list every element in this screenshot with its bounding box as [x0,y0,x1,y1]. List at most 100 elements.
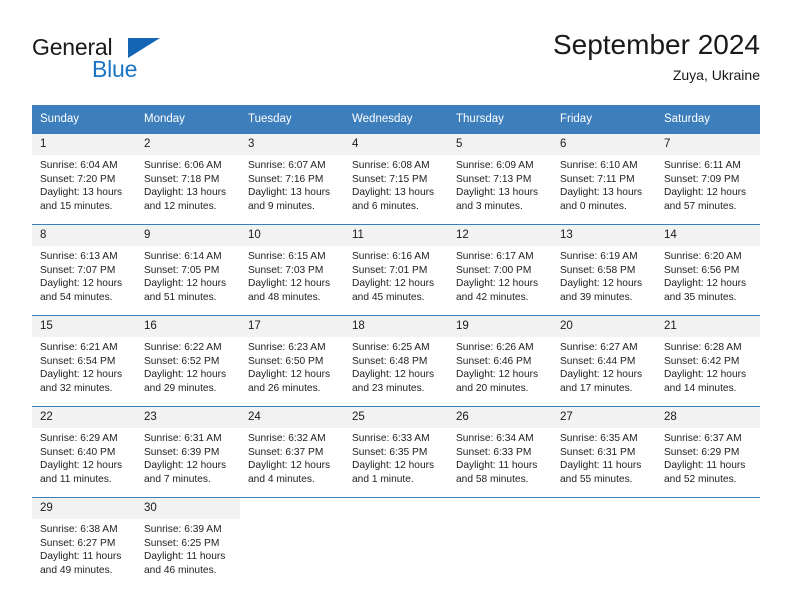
sunrise-time: Sunrise: 6:11 AM [664,160,741,171]
daylight-duration-line1: Daylight: 12 hours [560,369,643,381]
page-header: General Blue September 2024 Zuya, Ukrain… [32,28,760,96]
general-blue-logo[interactable]: General Blue [32,34,232,88]
calendar-day-cell[interactable]: 25 Sunrise: 6:33 AM Sunset: 6:35 PM Dayligh… [344,406,448,498]
daylight-duration-line2: and 51 minutes. [144,291,217,303]
day-details: Sunrise: 6:16 AM Sunset: 7:01 PM Daylight:… [344,246,448,304]
calendar-day-cell[interactable]: 11 Sunrise: 6:16 AM Sunset: 7:01 PM Dayligh… [344,224,448,316]
sunrise-time: Sunrise: 6:32 AM [248,433,326,444]
daylight-duration-line1: Daylight: 12 hours [248,460,331,472]
day-details: Sunrise: 6:04 AM Sunset: 7:20 PM Daylight:… [32,155,136,213]
day-number: 12 [448,225,552,246]
daylight-duration-line2: and 52 minutes. [664,473,737,485]
weekday-header-row: Sunday Monday Tuesday Wednesday Thursday… [32,105,760,134]
day-details: Sunrise: 6:20 AM Sunset: 6:56 PM Daylight:… [656,246,760,304]
calendar-day-cell[interactable]: 9 Sunrise: 6:14 AM Sunset: 7:05 PM Daylight… [136,224,240,316]
calendar-day-cell[interactable]: 2 Sunrise: 6:06 AM Sunset: 7:18 PM Daylight… [136,133,240,225]
calendar-day-cell[interactable]: 23 Sunrise: 6:31 AM Sunset: 6:39 PM Dayligh… [136,406,240,498]
sunrise-time: Sunrise: 6:23 AM [248,342,326,353]
calendar-day-cell[interactable]: 16 Sunrise: 6:22 AM Sunset: 6:52 PM Dayligh… [136,315,240,407]
sunset-time: Sunset: 7:07 PM [40,264,116,276]
calendar-day-cell[interactable]: 13 Sunrise: 6:19 AM Sunset: 6:58 PM Dayligh… [552,224,656,316]
calendar-day-cell[interactable]: 20 Sunrise: 6:27 AM Sunset: 6:44 PM Dayligh… [552,315,656,407]
calendar-day-cell[interactable]: 1 Sunrise: 6:04 AM Sunset: 7:20 PM Daylight… [32,133,136,225]
sunrise-time: Sunrise: 6:14 AM [144,251,222,262]
calendar-day-cell[interactable]: 27 Sunrise: 6:35 AM Sunset: 6:31 PM Dayligh… [552,406,656,498]
sunrise-time: Sunrise: 6:34 AM [456,433,534,444]
daylight-duration-line1: Daylight: 12 hours [664,187,747,199]
calendar-day-cell[interactable]: 15 Sunrise: 6:21 AM Sunset: 6:54 PM Dayligh… [32,315,136,407]
daylight-duration-line1: Daylight: 12 hours [456,369,539,381]
weekday-header-thursday: Thursday [448,105,552,134]
location-subtitle: Zuya, Ukraine [672,67,760,83]
daylight-duration-line2: and 55 minutes. [560,473,633,485]
calendar-day-cell[interactable]: 5 Sunrise: 6:09 AM Sunset: 7:13 PM Daylight… [448,133,552,225]
calendar-day-cell[interactable]: 30 Sunrise: 6:39 AM Sunset: 6:25 PM Dayligh… [136,497,240,588]
day-number: 19 [448,316,552,337]
daylight-duration-line1: Daylight: 13 hours [560,187,643,199]
title-block: September 2024 Zuya, Ukraine [553,28,760,86]
sunset-time: Sunset: 7:03 PM [248,264,324,276]
day-details: Sunrise: 6:13 AM Sunset: 7:07 PM Daylight:… [32,246,136,304]
day-details: Sunrise: 6:32 AM Sunset: 6:37 PM Daylight:… [240,428,344,486]
sunset-time: Sunset: 6:44 PM [560,355,636,367]
logo-triangle-icon [128,38,160,58]
day-details: Sunrise: 6:14 AM Sunset: 7:05 PM Daylight:… [136,246,240,304]
sunrise-time: Sunrise: 6:19 AM [560,251,638,262]
daylight-duration-line1: Daylight: 13 hours [144,187,227,199]
daylight-duration-line2: and 39 minutes. [560,291,633,303]
calendar-day-cell[interactable]: 29 Sunrise: 6:38 AM Sunset: 6:27 PM Dayligh… [32,497,136,588]
calendar-day-cell[interactable]: 12 Sunrise: 6:17 AM Sunset: 7:00 PM Dayligh… [448,224,552,316]
calendar-cell-empty [240,497,344,588]
weekday-header-wednesday: Wednesday [344,105,448,134]
sunset-time: Sunset: 6:52 PM [144,355,220,367]
calendar-cell-empty [552,497,656,588]
sunset-time: Sunset: 6:25 PM [144,537,220,549]
day-details: Sunrise: 6:22 AM Sunset: 6:52 PM Daylight:… [136,337,240,395]
daylight-duration-line2: and 12 minutes. [144,200,217,212]
calendar-day-cell[interactable]: 21 Sunrise: 6:28 AM Sunset: 6:42 PM Dayligh… [656,315,760,407]
daylight-duration-line1: Daylight: 12 hours [144,369,227,381]
sunrise-time: Sunrise: 6:37 AM [664,433,742,444]
calendar-day-cell[interactable]: 14 Sunrise: 6:20 AM Sunset: 6:56 PM Dayligh… [656,224,760,316]
logo-text-blue: Blue [92,56,138,82]
day-number: 26 [448,407,552,428]
sunrise-time: Sunrise: 6:04 AM [40,160,118,171]
day-number: 21 [656,316,760,337]
calendar-day-cell[interactable]: 3 Sunrise: 6:07 AM Sunset: 7:16 PM Daylight… [240,133,344,225]
daylight-duration-line2: and 35 minutes. [664,291,737,303]
daylight-duration-line1: Daylight: 13 hours [248,187,331,199]
day-details: Sunrise: 6:08 AM Sunset: 7:15 PM Daylight:… [344,155,448,213]
calendar-day-cell[interactable]: 22 Sunrise: 6:29 AM Sunset: 6:40 PM Dayligh… [32,406,136,498]
day-number: 6 [552,134,656,155]
calendar-cell-empty [448,497,552,588]
day-number: 25 [344,407,448,428]
calendar-body: 1 Sunrise: 6:04 AM Sunset: 7:20 PM Daylight… [32,133,760,588]
calendar-week-row: 29 Sunrise: 6:38 AM Sunset: 6:27 PM Dayligh… [32,497,760,588]
sunset-time: Sunset: 6:58 PM [560,264,636,276]
daylight-duration-line2: and 0 minutes. [560,200,627,212]
calendar-week-row: 22 Sunrise: 6:29 AM Sunset: 6:40 PM Dayligh… [32,406,760,498]
calendar-day-cell[interactable]: 19 Sunrise: 6:26 AM Sunset: 6:46 PM Dayligh… [448,315,552,407]
calendar-day-cell[interactable]: 6 Sunrise: 6:10 AM Sunset: 7:11 PM Daylight… [552,133,656,225]
sunset-time: Sunset: 6:39 PM [144,446,220,458]
daylight-duration-line2: and 7 minutes. [144,473,211,485]
calendar-day-cell[interactable]: 10 Sunrise: 6:15 AM Sunset: 7:03 PM Dayligh… [240,224,344,316]
calendar-day-cell[interactable]: 8 Sunrise: 6:13 AM Sunset: 7:07 PM Daylight… [32,224,136,316]
day-number: 16 [136,316,240,337]
calendar-day-cell[interactable]: 7 Sunrise: 6:11 AM Sunset: 7:09 PM Daylight… [656,133,760,225]
sunset-time: Sunset: 6:48 PM [352,355,428,367]
calendar-day-cell[interactable]: 26 Sunrise: 6:34 AM Sunset: 6:33 PM Dayligh… [448,406,552,498]
calendar-day-cell[interactable]: 18 Sunrise: 6:25 AM Sunset: 6:48 PM Dayligh… [344,315,448,407]
day-number: 18 [344,316,448,337]
calendar-day-cell[interactable]: 4 Sunrise: 6:08 AM Sunset: 7:15 PM Daylight… [344,133,448,225]
sunset-time: Sunset: 7:15 PM [352,173,428,185]
day-number: 23 [136,407,240,428]
daylight-duration-line1: Daylight: 12 hours [352,460,435,472]
daylight-duration-line2: and 58 minutes. [456,473,529,485]
day-details: Sunrise: 6:39 AM Sunset: 6:25 PM Daylight:… [136,519,240,577]
day-number: 28 [656,407,760,428]
calendar-day-cell[interactable]: 17 Sunrise: 6:23 AM Sunset: 6:50 PM Dayligh… [240,315,344,407]
calendar-day-cell[interactable]: 24 Sunrise: 6:32 AM Sunset: 6:37 PM Dayligh… [240,406,344,498]
calendar-day-cell[interactable]: 28 Sunrise: 6:37 AM Sunset: 6:29 PM Dayligh… [656,406,760,498]
weekday-header-tuesday: Tuesday [240,105,344,134]
